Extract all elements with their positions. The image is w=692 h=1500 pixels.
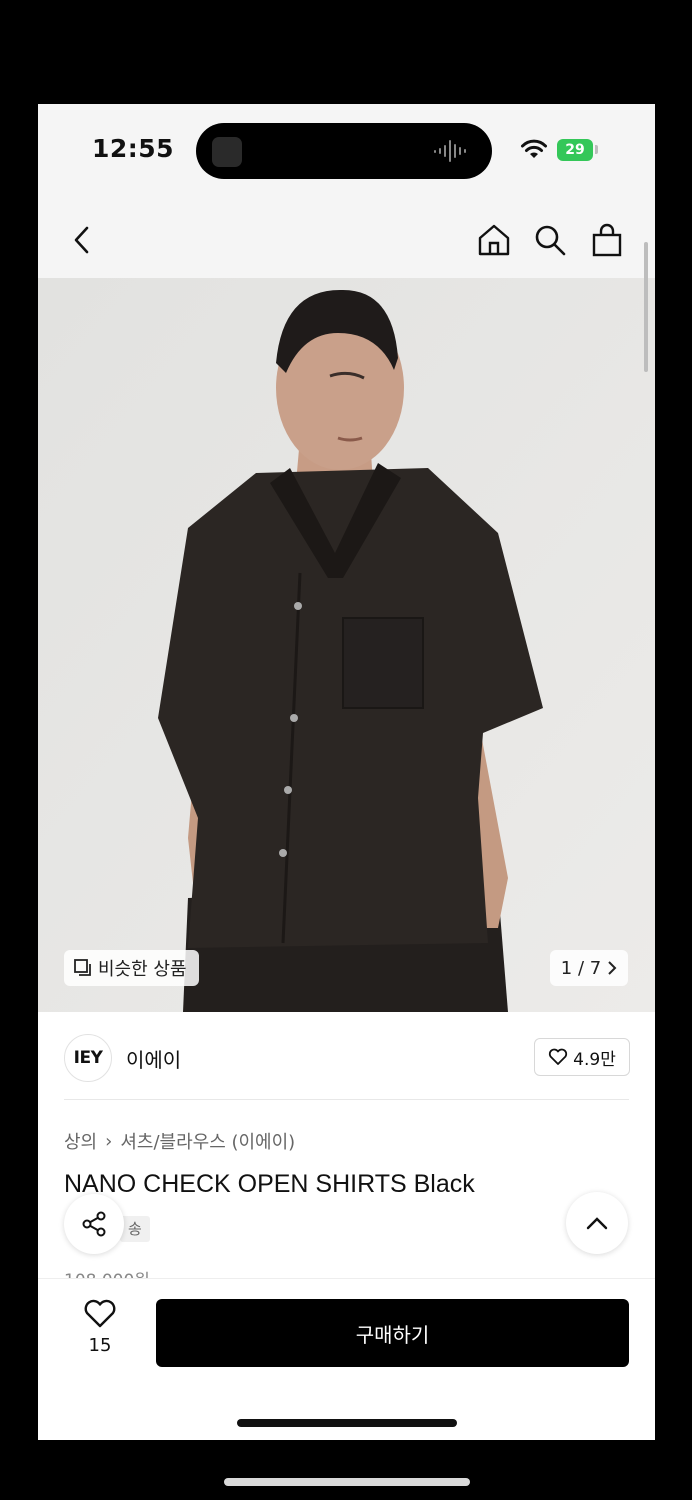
image-counter[interactable]: 1 / 7 bbox=[550, 950, 628, 986]
battery-indicator: 29 bbox=[557, 139, 593, 161]
wishlist-button[interactable]: 15 bbox=[78, 1299, 122, 1356]
chevron-left-icon bbox=[74, 226, 89, 254]
search-button[interactable] bbox=[530, 220, 570, 260]
chevron-up-icon bbox=[586, 1217, 608, 1230]
breadcrumb-item[interactable]: 셔츠/블라우스 (이에이) bbox=[120, 1128, 295, 1154]
product-title: NANO CHECK OPEN SHIRTS Black bbox=[64, 1170, 475, 1198]
brand-like-button[interactable]: 4.9만 bbox=[534, 1038, 630, 1076]
outer-home-indicator bbox=[224, 1478, 470, 1486]
product-photo bbox=[38, 278, 655, 1012]
buy-button[interactable]: 구매하기 bbox=[156, 1299, 629, 1367]
status-time: 12:55 bbox=[92, 134, 175, 163]
wishlist-count: 15 bbox=[88, 1335, 112, 1356]
audio-wave-icon bbox=[434, 139, 466, 163]
brand-row[interactable]: IEY 이에이 4.9만 bbox=[38, 1012, 655, 1100]
scrollbar[interactable] bbox=[644, 242, 648, 372]
chevron-right-icon: › bbox=[105, 1130, 113, 1152]
chevron-right-icon bbox=[608, 961, 617, 975]
top-nav-bar bbox=[38, 204, 655, 278]
product-image-carousel[interactable]: 비슷한 상품 1 / 7 bbox=[38, 278, 655, 1012]
cart-button[interactable] bbox=[587, 220, 627, 260]
bottom-action-bar: 15 구매하기 bbox=[38, 1278, 655, 1440]
divider bbox=[64, 1099, 629, 1100]
share-button[interactable] bbox=[64, 1194, 124, 1254]
breadcrumb-item[interactable]: 상의 bbox=[64, 1128, 97, 1154]
similar-products-label: 비슷한 상품 bbox=[98, 959, 187, 980]
image-counter-text: 1 / 7 bbox=[560, 957, 602, 979]
home-indicator bbox=[237, 1419, 457, 1427]
share-icon bbox=[82, 1211, 106, 1237]
dynamic-island bbox=[196, 123, 492, 179]
heart-icon bbox=[84, 1299, 116, 1328]
home-icon bbox=[478, 224, 510, 256]
heart-icon bbox=[549, 1048, 568, 1065]
camera-icon bbox=[212, 137, 242, 167]
similar-items-icon bbox=[74, 959, 91, 976]
shopping-bag-icon bbox=[592, 223, 622, 257]
scroll-top-button[interactable] bbox=[566, 1192, 628, 1254]
back-button[interactable] bbox=[62, 220, 102, 260]
search-icon bbox=[535, 225, 566, 256]
brand-logo[interactable]: IEY bbox=[64, 1034, 112, 1082]
similar-products-button[interactable]: 비슷한 상품 bbox=[64, 950, 199, 986]
shipping-badge: 송 bbox=[120, 1216, 150, 1242]
brand-like-count: 4.9만 bbox=[573, 1049, 616, 1070]
phone-screen: 12:55 29 비슷한 상품 1 / 7 IEY 이에이 4.9만 상의 › … bbox=[38, 104, 655, 1440]
brand-name[interactable]: 이에이 bbox=[126, 1044, 181, 1073]
status-bar: 12:55 29 bbox=[38, 104, 655, 204]
home-button[interactable] bbox=[474, 220, 514, 260]
wifi-icon bbox=[521, 139, 547, 158]
battery-tip bbox=[595, 145, 598, 154]
breadcrumb: 상의 › 셔츠/블라우스 (이에이) bbox=[64, 1128, 295, 1154]
